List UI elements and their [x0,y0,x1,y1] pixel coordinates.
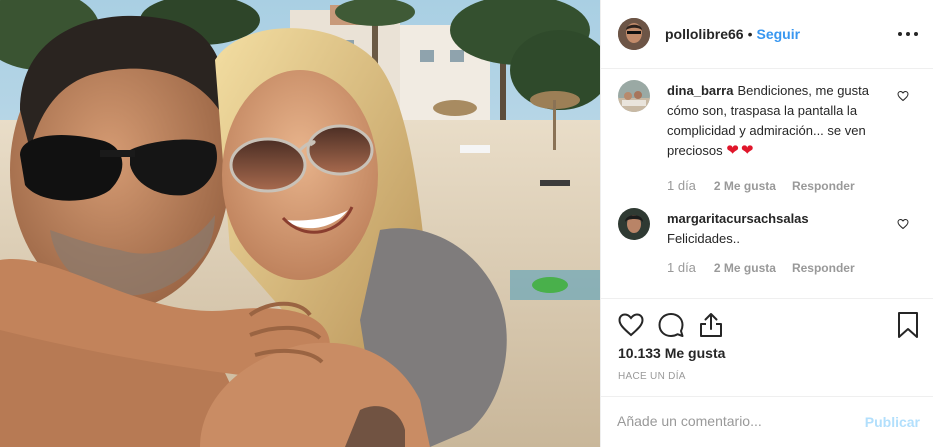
comment-body: dina_barra Bendiciones, me gusta cómo son… [667,81,897,161]
comments-list[interactable]: dina_barra Bendiciones, me gusta cómo son… [601,70,933,298]
comment-like-icon[interactable] [897,218,909,230]
more-dot [906,32,910,36]
heart-icon[interactable] [617,311,645,339]
comment-meta: 1 día 2 Me gusta Responder [667,178,855,193]
reply-button[interactable]: Responder [792,179,855,193]
post-header: pollolibre66 • Seguir [601,0,933,69]
reply-button[interactable]: Responder [792,261,855,275]
publish-button[interactable]: Publicar [865,414,920,430]
bookmark-icon[interactable] [896,311,920,339]
comment-age[interactable]: 1 día [667,178,696,193]
comment-like-icon[interactable] [897,90,909,102]
instagram-post: pollolibre66 • Seguir dina_barra Bendici… [0,0,933,447]
commenter-avatar[interactable] [618,80,650,112]
add-comment-bar: Publicar [601,396,933,447]
comment-body: margaritacursachsalas Felicidades.. [667,209,897,249]
comment-item: dina_barra Bendiciones, me gusta cómo son… [618,80,923,200]
red-heart-emoji: ❤❤ [726,142,756,159]
post-side-panel: pollolibre66 • Seguir dina_barra Bendici… [600,0,933,447]
comment-input[interactable] [617,413,847,429]
beach-couple-photo [0,0,600,447]
comment-likes[interactable]: 2 Me gusta [714,261,776,275]
more-dot [898,32,902,36]
commenter-username[interactable]: dina_barra [667,83,733,98]
follow-button[interactable]: Seguir [756,26,800,42]
post-photo[interactable] [0,0,600,447]
commenter-username[interactable]: margaritacursachsalas [667,211,809,226]
action-icons [617,311,737,339]
header-separator: • [747,26,753,42]
comment-age[interactable]: 1 día [667,260,696,275]
more-dot [914,32,918,36]
comment-likes[interactable]: 2 Me gusta [714,179,776,193]
commenter-avatar[interactable] [618,208,650,240]
comment-text: Felicidades.. [667,231,740,246]
more-horizontal-icon[interactable] [898,24,918,44]
post-timestamp[interactable]: HACE UN DÍA [618,371,686,382]
author-username[interactable]: pollolibre66 [665,26,744,42]
comment-meta: 1 día 2 Me gusta Responder [667,260,855,275]
author-avatar[interactable] [618,18,650,50]
share-icon[interactable] [697,311,725,339]
comment-icon[interactable] [657,311,685,339]
comment-item: margaritacursachsalas Felicidades.. 1 dí… [618,208,923,288]
like-count[interactable]: 10.133 Me gusta [618,345,725,361]
